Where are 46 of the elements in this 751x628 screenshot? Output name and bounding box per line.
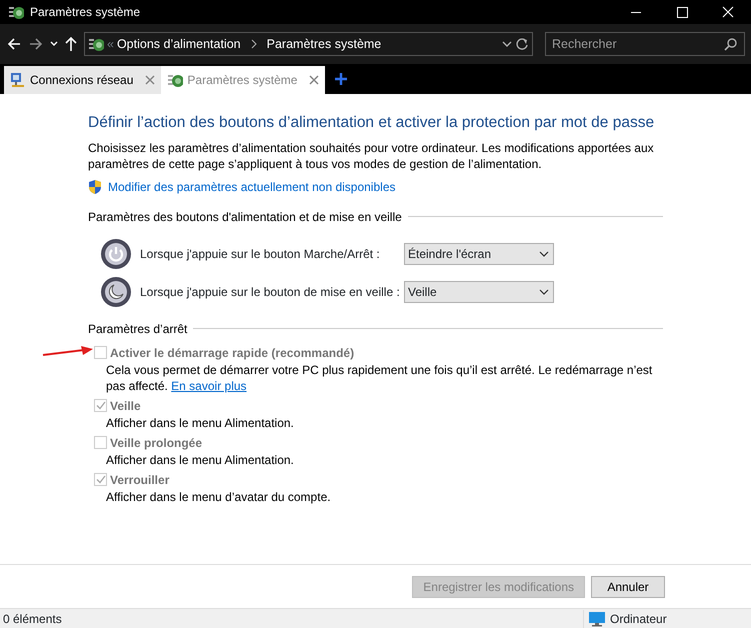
action-dropdown[interactable]: Éteindre l'écran	[404, 242, 554, 265]
option-description: Afficher dans le menu Alimentation.	[105, 452, 295, 468]
section-heading: Paramètres des boutons d'alimentation et de mise en veille	[88, 208, 663, 226]
action-dropdown[interactable]: Veille	[404, 280, 554, 303]
window-title: Paramètres système	[30, 4, 140, 21]
setting-label: Lorsque j'appuie sur le bouton Marche/Arrêt :	[140, 246, 381, 263]
setting-label: Lorsque j'appuie sur le bouton de mise en veille :	[140, 284, 401, 301]
dropdown-icon[interactable]	[502, 41, 512, 47]
option-label: Veille	[110, 398, 141, 415]
section-heading: Paramètres d’arrêt	[88, 320, 663, 338]
status-count: 0 éléments	[0, 610, 584, 628]
app-icon	[88, 36, 104, 52]
power-icon	[167, 72, 184, 88]
power-button-icon	[100, 238, 132, 270]
tab[interactable]: Connexions réseau	[4, 66, 162, 94]
forward-icon[interactable]	[28, 36, 44, 52]
up-icon[interactable]	[64, 36, 78, 52]
cancel-button[interactable]: Annuler	[591, 576, 665, 598]
network-icon	[10, 72, 26, 88]
sleep-button-icon	[100, 276, 132, 308]
app-icon	[8, 4, 24, 20]
admin-link[interactable]: Modifier des paramètres actuellement non disponibles	[108, 178, 396, 196]
breadcrumb-item[interactable]: Options d’alimentation	[116, 34, 241, 54]
add-tab-icon[interactable]	[335, 73, 348, 85]
search-field[interactable]: Rechercher	[545, 32, 745, 56]
refresh-icon[interactable]	[515, 37, 529, 51]
caret-icon	[539, 250, 549, 257]
option-description: Afficher dans le menu d’avatar du compte.	[105, 488, 332, 505]
chevron-icon	[250, 39, 258, 49]
overflow-chevron[interactable]: «	[107, 34, 114, 54]
option-label: Activer le démarrage rapide (recommandé)	[110, 344, 354, 362]
caret-icon	[539, 288, 549, 295]
monitor-icon	[588, 611, 606, 627]
option-description: Afficher dans le menu Alimentation.	[105, 414, 295, 431]
back-icon[interactable]	[6, 36, 22, 52]
option-label: Verrouiller	[110, 472, 170, 489]
search-icon[interactable]	[724, 38, 737, 51]
breadcrumb-item[interactable]: Paramètres système	[266, 34, 382, 54]
status-location: Ordinateur	[610, 611, 667, 628]
intro-text: Choisissez les paramètres d’alimentation souhaités pour votre ordinateur. Les modifications apportées aux paramètres de cette page s’appliquent à tous vos modes de gestion de l’alimentation.	[88, 140, 655, 172]
option-description: Cela vous permet de démarrer votre PC plus rapidement une fois qu’il est arrêté. Le redémarrage n’est pas affecté. En savoir plus	[105, 362, 654, 394]
tab[interactable]: Paramètres système	[161, 66, 326, 94]
annotation-arrow	[42, 346, 94, 358]
page-heading: Définir l’action des boutons d’alimentation et activer la protection par mot de passe	[88, 114, 656, 133]
option-label: Veille prolongée	[110, 434, 202, 452]
shield-icon	[88, 178, 102, 195]
